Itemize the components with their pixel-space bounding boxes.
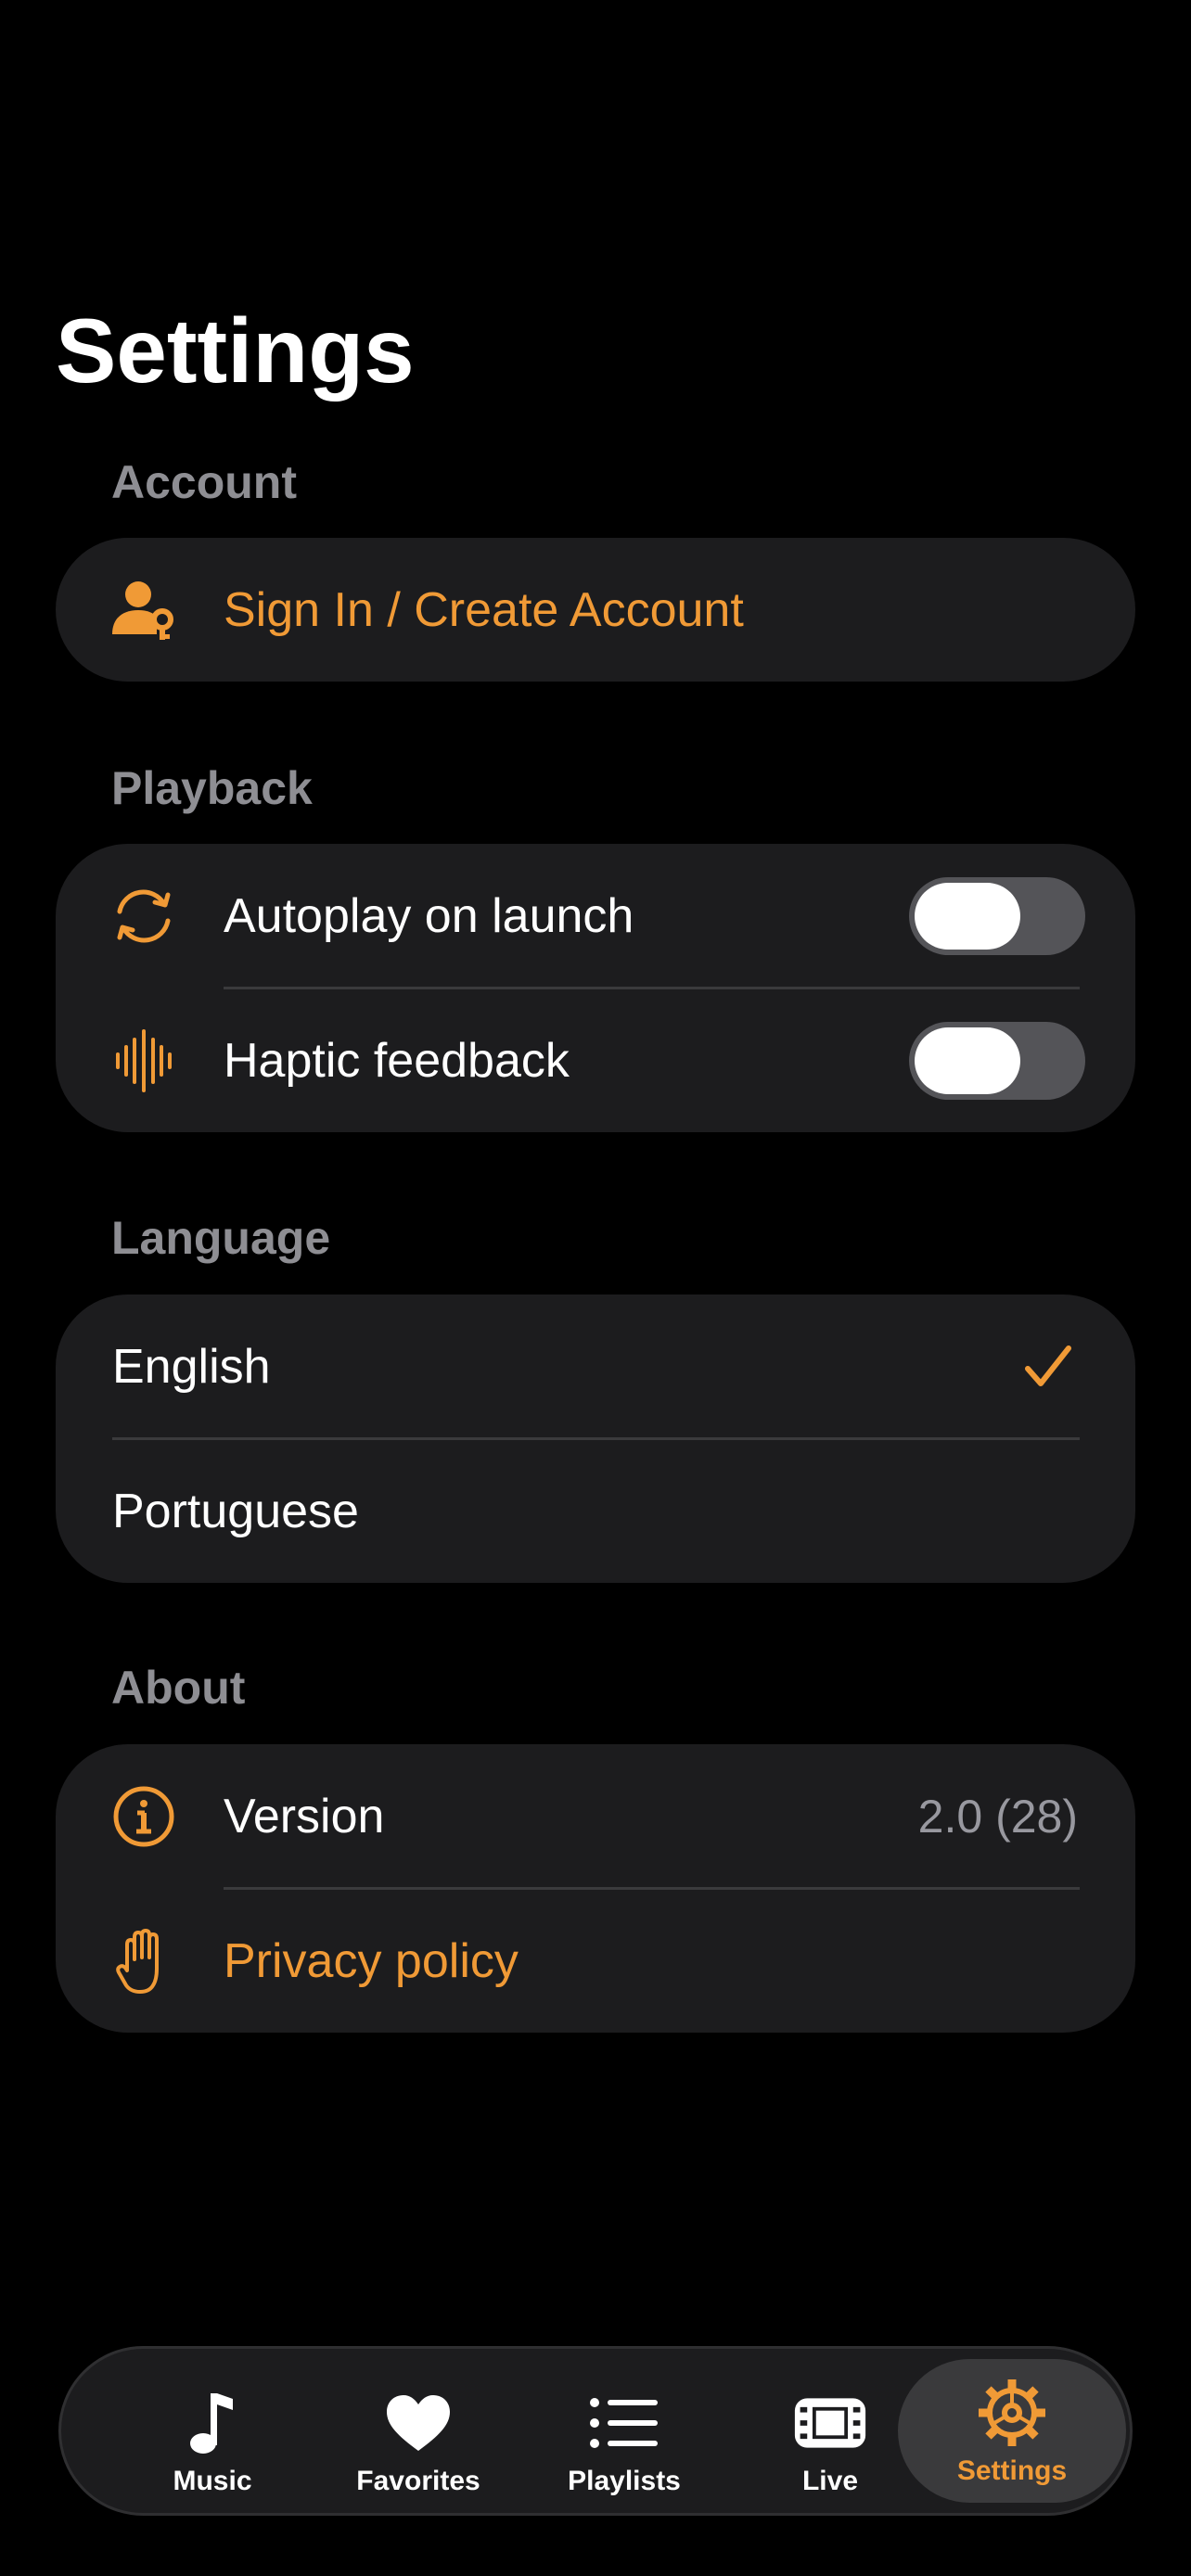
language-option-english[interactable]: English	[56, 1294, 1135, 1438]
hand-raised-icon	[107, 1924, 181, 1998]
waveform-icon	[107, 1024, 181, 1098]
language-option-label: English	[112, 1339, 271, 1394]
tab-label: Live	[801, 2466, 859, 2496]
tab-playlists[interactable]: Playlists	[518, 2349, 731, 2513]
tab-favorites[interactable]: Favorites	[312, 2349, 525, 2513]
language-option-portuguese[interactable]: Portuguese	[56, 1439, 1135, 1583]
tab-music[interactable]: Music	[106, 2349, 319, 2513]
version-value: 2.0 (28)	[917, 1790, 1078, 1843]
checkmark-icon	[1025, 1345, 1071, 1386]
section-header-about: About	[111, 1662, 246, 1714]
music-note-icon	[175, 2386, 250, 2460]
haptic-label: Haptic feedback	[224, 1033, 570, 1088]
heart-icon	[381, 2386, 455, 2460]
sign-in-row[interactable]: Sign In / Create Account	[56, 538, 1135, 682]
person-key-icon	[107, 573, 181, 647]
page-title: Settings	[56, 300, 415, 402]
section-header-language: Language	[111, 1212, 331, 1264]
repeat-icon	[107, 879, 181, 953]
list-icon	[587, 2386, 661, 2460]
about-group: Version 2.0 (28) Privacy policy	[56, 1744, 1135, 2033]
tab-label: Settings	[956, 2455, 1068, 2486]
tab-bar: Music Favorites Playlists Live Settings	[58, 2346, 1133, 2516]
autoplay-row: Autoplay on launch	[56, 844, 1135, 988]
tab-label: Playlists	[568, 2466, 681, 2496]
language-group: English Portuguese	[56, 1294, 1135, 1583]
info-icon	[107, 1779, 181, 1854]
haptic-toggle[interactable]	[909, 1021, 1085, 1100]
section-header-playback: Playback	[111, 762, 313, 814]
language-option-label: Portuguese	[112, 1484, 359, 1538]
privacy-policy-label: Privacy policy	[224, 1933, 519, 1988]
haptic-row: Haptic feedback	[56, 988, 1135, 1132]
tab-label: Music	[173, 2466, 252, 2496]
tab-settings[interactable]: Settings	[898, 2359, 1126, 2503]
privacy-policy-row[interactable]: Privacy policy	[56, 1889, 1135, 2033]
gear-icon	[975, 2376, 1049, 2450]
sign-in-label: Sign In / Create Account	[224, 582, 744, 637]
playback-group: Autoplay on launch Haptic feedback	[56, 844, 1135, 1132]
version-label: Version	[224, 1789, 385, 1843]
settings-screen: Settings Account Sign In / Create Accoun…	[0, 0, 1191, 2576]
tab-label: Favorites	[356, 2466, 480, 2496]
account-group: Sign In / Create Account	[56, 538, 1135, 682]
autoplay-toggle[interactable]	[909, 876, 1085, 955]
film-icon	[793, 2386, 867, 2460]
autoplay-label: Autoplay on launch	[224, 888, 634, 943]
version-row: Version 2.0 (28)	[56, 1744, 1135, 1888]
section-header-account: Account	[111, 456, 297, 508]
